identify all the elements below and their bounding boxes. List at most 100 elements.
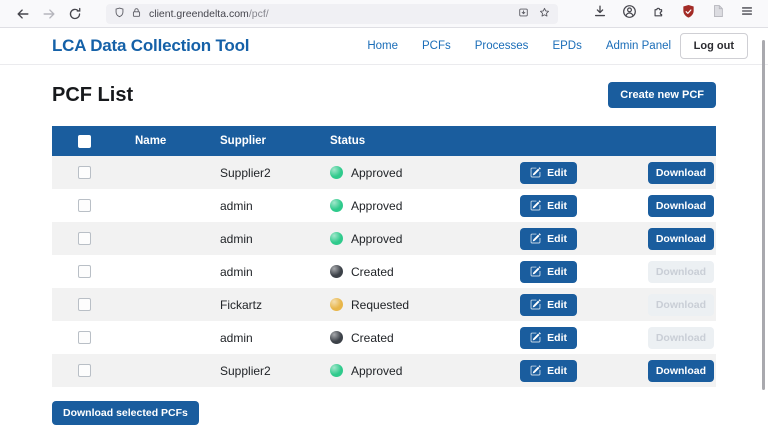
- column-header-status: Status: [302, 135, 444, 147]
- download-button[interactable]: Download: [648, 228, 714, 250]
- bookmark-star-icon[interactable]: [539, 5, 550, 23]
- adblock-shield-icon[interactable]: [681, 4, 696, 24]
- status-dot-icon: [330, 298, 343, 311]
- row-checkbox[interactable]: [78, 232, 91, 245]
- pencil-square-icon: [530, 200, 541, 211]
- edit-button-label: Edit: [547, 332, 567, 344]
- edit-button[interactable]: Edit: [520, 195, 577, 217]
- status-label: Approved: [351, 364, 402, 378]
- edit-button[interactable]: Edit: [520, 162, 577, 184]
- row-checkbox[interactable]: [78, 199, 91, 212]
- url-bar[interactable]: client.greendelta.com/pcf/: [106, 4, 558, 24]
- nav-processes[interactable]: Processes: [475, 40, 529, 52]
- table-row: admin Created Edit Download: [52, 255, 716, 288]
- row-checkbox[interactable]: [78, 265, 91, 278]
- lock-icon[interactable]: [131, 5, 142, 23]
- status-cell: Approved: [302, 166, 444, 180]
- status-label: Requested: [351, 298, 409, 312]
- create-new-pcf-button[interactable]: Create new PCF: [608, 82, 716, 108]
- table-row: admin Approved Edit Download: [52, 222, 716, 255]
- status-dot-icon: [330, 364, 343, 377]
- account-icon[interactable]: [622, 4, 637, 24]
- status-dot-icon: [330, 166, 343, 179]
- download-button[interactable]: Download: [648, 195, 714, 217]
- column-header-name: Name: [108, 135, 192, 147]
- pencil-square-icon: [530, 332, 541, 343]
- edit-button-label: Edit: [547, 266, 567, 278]
- pencil-square-icon: [530, 365, 541, 376]
- supplier-cell: Fickartz: [192, 298, 302, 312]
- nav-epds[interactable]: EPDs: [552, 40, 581, 52]
- edit-button-label: Edit: [547, 167, 567, 179]
- back-icon[interactable]: [10, 3, 36, 25]
- column-header-supplier: Supplier: [192, 135, 302, 147]
- logout-button[interactable]: Log out: [680, 33, 748, 59]
- select-all-checkbox[interactable]: [78, 135, 91, 148]
- row-checkbox[interactable]: [78, 364, 91, 377]
- status-dot-icon: [330, 265, 343, 278]
- page-title: PCF List: [52, 84, 133, 107]
- edit-button[interactable]: Edit: [520, 360, 577, 382]
- supplier-cell: Supplier2: [192, 364, 302, 378]
- status-cell: Approved: [302, 199, 444, 213]
- nav-home[interactable]: Home: [367, 40, 398, 52]
- supplier-cell: admin: [192, 199, 302, 213]
- app-title: LCA Data Collection Tool: [52, 36, 249, 56]
- edit-button[interactable]: Edit: [520, 228, 577, 250]
- supplier-cell: admin: [192, 265, 302, 279]
- status-dot-icon: [330, 331, 343, 344]
- download-button: Download: [648, 261, 714, 283]
- download-button: Download: [648, 294, 714, 316]
- app-header: LCA Data Collection Tool Home PCFs Proce…: [0, 28, 768, 65]
- pencil-square-icon: [530, 167, 541, 178]
- pencil-square-icon: [530, 266, 541, 277]
- status-dot-icon: [330, 199, 343, 212]
- status-label: Approved: [351, 199, 402, 213]
- extensions-puzzle-icon[interactable]: [652, 4, 666, 23]
- table-row: Supplier2 Approved Edit Download: [52, 354, 716, 387]
- nav-admin-panel[interactable]: Admin Panel: [606, 40, 671, 52]
- download-button[interactable]: Download: [648, 360, 714, 382]
- table-row: admin Created Edit Download: [52, 321, 716, 354]
- url-text: client.greendelta.com/pcf/: [149, 8, 518, 20]
- shield-icon[interactable]: [114, 5, 125, 23]
- status-cell: Created: [302, 331, 444, 345]
- edit-button-label: Edit: [547, 299, 567, 311]
- downloads-icon[interactable]: [593, 4, 607, 23]
- main-content: PCF List Create new PCF Name Supplier St…: [0, 65, 768, 425]
- download-button: Download: [648, 327, 714, 349]
- table-header: Name Supplier Status: [52, 126, 716, 156]
- nav-pcfs[interactable]: PCFs: [422, 40, 451, 52]
- row-checkbox[interactable]: [78, 331, 91, 344]
- browser-toolbar: client.greendelta.com/pcf/: [0, 0, 768, 28]
- row-checkbox[interactable]: [78, 298, 91, 311]
- browser-scrollbar-thumb[interactable]: [762, 40, 765, 390]
- menu-icon[interactable]: [740, 4, 754, 23]
- table-row: Supplier2 Approved Edit Download: [52, 156, 716, 189]
- status-dot-icon: [330, 232, 343, 245]
- edit-button-label: Edit: [547, 365, 567, 377]
- reader-page-icon[interactable]: [711, 4, 725, 23]
- download-selected-pcfs-button[interactable]: Download selected PCFs: [52, 401, 199, 425]
- status-label: Created: [351, 331, 394, 345]
- supplier-cell: admin: [192, 232, 302, 246]
- save-page-icon[interactable]: [518, 5, 529, 23]
- edit-button-label: Edit: [547, 200, 567, 212]
- download-button[interactable]: Download: [648, 162, 714, 184]
- status-cell: Created: [302, 265, 444, 279]
- row-checkbox[interactable]: [78, 166, 91, 179]
- edit-button[interactable]: Edit: [520, 294, 577, 316]
- main-nav: Home PCFs Processes EPDs Admin Panel: [367, 40, 671, 52]
- pencil-square-icon: [530, 233, 541, 244]
- reload-icon[interactable]: [62, 3, 88, 25]
- forward-icon[interactable]: [36, 3, 62, 25]
- pcf-table: Name Supplier Status Supplier2 Approved …: [52, 126, 716, 387]
- status-label: Approved: [351, 166, 402, 180]
- status-cell: Approved: [302, 364, 444, 378]
- edit-button[interactable]: Edit: [520, 327, 577, 349]
- supplier-cell: Supplier2: [192, 166, 302, 180]
- status-label: Created: [351, 265, 394, 279]
- status-cell: Approved: [302, 232, 444, 246]
- status-label: Approved: [351, 232, 402, 246]
- edit-button[interactable]: Edit: [520, 261, 577, 283]
